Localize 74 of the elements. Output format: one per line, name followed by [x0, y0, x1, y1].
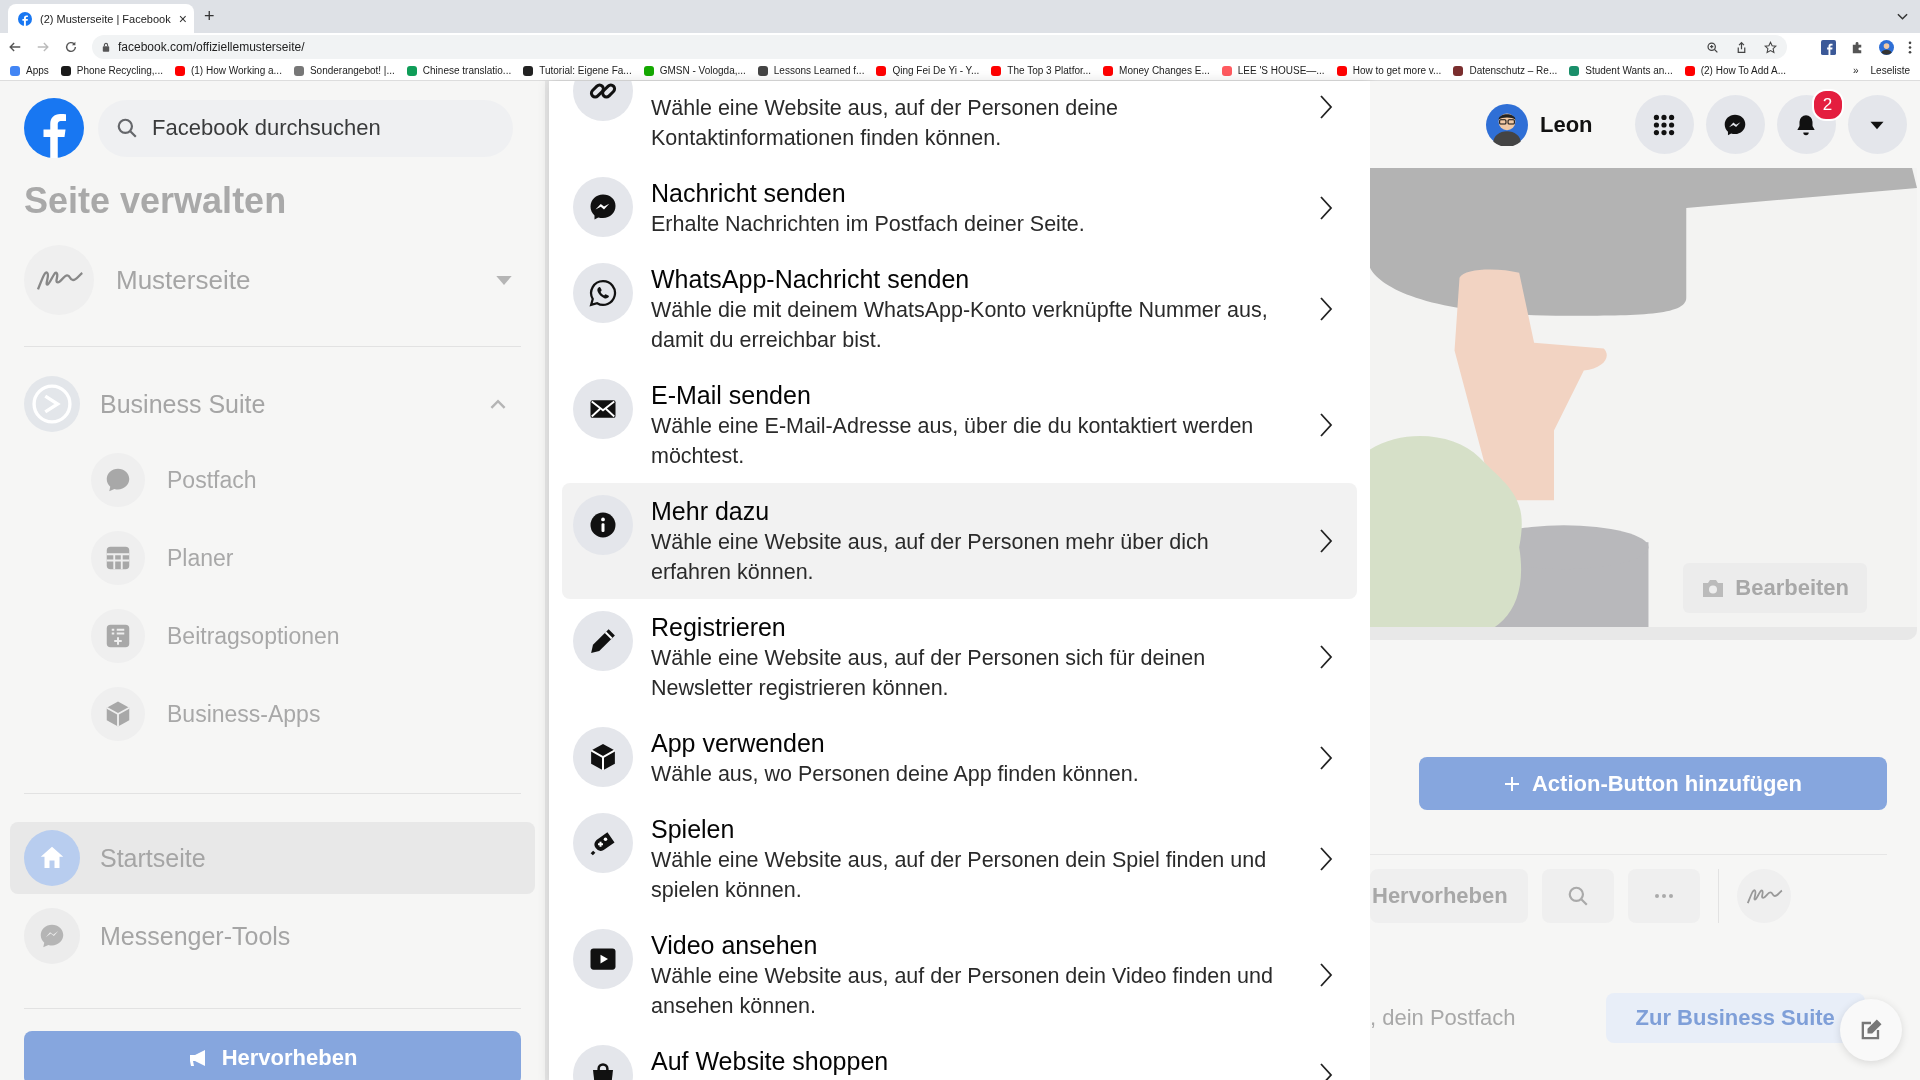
zoom-icon[interactable] [1706, 40, 1719, 54]
avatar-icon [1486, 103, 1528, 146]
bookmark[interactable]: Student Wants an... [1569, 65, 1673, 76]
cube-icon [573, 727, 633, 787]
play-icon [573, 929, 633, 989]
bookmark[interactable]: Lessons Learned f... [757, 65, 865, 76]
more-bookmarks-button[interactable]: » [1852, 65, 1859, 76]
chevron-right-icon [1319, 745, 1333, 771]
star-icon[interactable] [1764, 40, 1777, 54]
tab-title: (2) Musterseite | Facebook [40, 12, 171, 25]
new-tab-button[interactable]: + [204, 6, 215, 27]
action-option[interactable]: Video ansehen Wähle eine Website aus, auf der Personen dein Video finden und ansehen können. [562, 917, 1357, 1033]
share-icon[interactable] [1735, 40, 1748, 54]
inbox-text: , dein Postfach [1370, 1005, 1516, 1031]
chevron-down-icon[interactable] [1897, 12, 1908, 21]
kebab-menu-icon[interactable] [1908, 39, 1912, 55]
bookmark[interactable]: Qing Fei De Yi - Y... [876, 65, 980, 76]
tab-close-button[interactable]: × [178, 10, 187, 27]
search-field[interactable]: Facebook durchsuchen [98, 99, 513, 157]
facebook-extension-icon[interactable] [1821, 39, 1836, 55]
address-bar[interactable]: facebook.com/offiziellemusterseite/ [92, 35, 1787, 59]
bookmark[interactable]: Tutorial: Eigene Fa... [523, 65, 632, 76]
chevron-right-icon [1319, 528, 1333, 554]
ellipsis-icon [1653, 893, 1674, 899]
back-arrow-icon[interactable] [8, 40, 22, 54]
bookmark[interactable]: Chinese translatio... [406, 65, 512, 76]
action-option[interactable]: E-Mail senden Wähle eine E-Mail-Adresse aus, über die du kontaktiert werden möchtest. [562, 367, 1357, 483]
search-icon [1566, 885, 1589, 907]
action-option[interactable]: WhatsApp-Nachricht senden Wähle die mit deinem WhatsApp-Konto verknüpfte Nummer aus, damit du erreichbar bist. [562, 251, 1357, 367]
chat-bubble-icon [573, 177, 633, 237]
action-option[interactable]: Mehr dazu Wähle eine Website aus, auf der Personen mehr über dich erfahren können. [562, 483, 1357, 599]
camera-icon [1701, 578, 1726, 598]
action-option[interactable]: Nachricht senden Erhalte Nachrichten im Postfach deiner Seite. [562, 165, 1357, 251]
phone-bubble-icon [573, 263, 633, 323]
action-option[interactable]: Spielen Wähle eine Website aus, auf der Personen dein Spiel finden und spielen können. [562, 801, 1357, 917]
profile-link[interactable]: Leon [1486, 103, 1593, 146]
bookmark[interactable]: (2) How To Add A... [1684, 65, 1787, 76]
notification-count: 2 [1811, 89, 1844, 121]
bookmark[interactable]: Money Changes E... [1103, 65, 1210, 76]
plus-icon [1503, 775, 1520, 792]
action-option[interactable]: App verwenden Wähle aus, wo Personen deine App finden können. [562, 715, 1357, 801]
action-option[interactable]: Wähle eine Website aus, auf der Personen deine Kontaktinformationen finden können. [562, 81, 1357, 165]
reading-list-button[interactable]: Leseliste [1870, 65, 1910, 76]
facebook-logo-icon[interactable] [24, 98, 84, 158]
search-icon [116, 116, 138, 139]
bookmark[interactable]: (1) How Working a... [174, 65, 282, 76]
bookmark[interactable]: Sonderangebot! |... [293, 65, 395, 76]
chevron-right-icon [1319, 412, 1333, 438]
bookmark[interactable]: The Top 3 Platfor... [991, 65, 1092, 76]
facebook-logo-icon [18, 11, 32, 26]
action-option[interactable]: Registrieren Wähle eine Website aus, auf der Personen sich für deinen Newsletter registrieren können. [562, 599, 1357, 715]
sidebar-heading: Seite verwalten [24, 180, 288, 222]
lock-icon [102, 42, 110, 52]
business-suite-icon [24, 376, 80, 432]
bookmark[interactable]: GMSN - Vologda,... [643, 65, 746, 76]
house-icon [24, 830, 80, 886]
chevron-right-icon [1319, 846, 1333, 872]
chevron-right-icon [1319, 94, 1333, 120]
bookmark[interactable]: How to get more v... [1336, 65, 1442, 76]
bookmark[interactable]: Phone Recycling,... [60, 65, 163, 76]
browser-tab[interactable]: (2) Musterseite | Facebook × [8, 4, 194, 33]
chevron-right-icon [1319, 296, 1333, 322]
bookmark[interactable]: Datenschutz – Re... [1453, 65, 1558, 76]
bookmark[interactable]: Apps [10, 65, 49, 76]
envelope-icon [573, 379, 633, 439]
pencil-icon [573, 611, 633, 671]
avatar-icon[interactable] [1879, 39, 1894, 55]
chevron-right-icon [1319, 195, 1333, 221]
compose-icon[interactable] [1840, 999, 1902, 1061]
chevron-right-icon [1319, 644, 1333, 670]
chevron-right-icon [1319, 962, 1333, 988]
action-option[interactable]: Auf Website shoppen [562, 1033, 1357, 1080]
bookmark[interactable]: LEE 'S HOUSE—... [1221, 65, 1325, 76]
reload-icon[interactable] [64, 40, 78, 54]
